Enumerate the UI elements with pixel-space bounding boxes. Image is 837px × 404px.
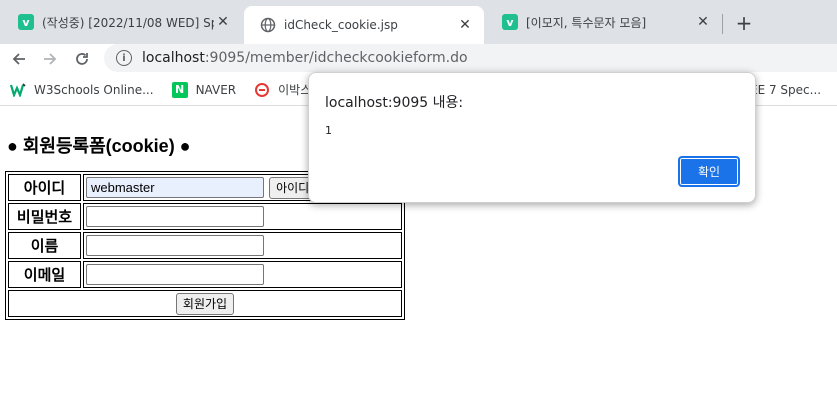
form-row-submit: 회원가입 [8,290,402,317]
id-input[interactable] [86,177,264,198]
bookmark-label: NAVER [195,82,237,97]
bookmark-label: W3Schools Online... [34,82,154,97]
ebox-icon [254,82,270,98]
browser-toolbar: i localhost:9095/member/idcheckcookiefor… [0,44,837,74]
register-button[interactable]: 회원가입 [175,292,235,315]
tab-title: [이모지, 특수문자 모음] [526,15,647,30]
password-label: 비밀번호 [8,203,81,230]
name-input[interactable] [86,235,264,256]
submit-cell: 회원가입 [8,290,402,317]
dialog-title: localhost:9095 내용: [325,95,464,111]
velog-icon: v [502,14,518,30]
dialog-message: 1 [325,124,332,137]
tab-title: idCheck_cookie.jsp [284,18,398,32]
tab-idcheck-cookie[interactable]: idCheck_cookie.jsp ✕ [244,6,484,44]
close-icon[interactable]: ✕ [214,13,232,31]
reload-icon [76,53,88,65]
back-button[interactable] [7,46,31,72]
tab-velog-draft[interactable]: v (작성중) [2022/11/08 WED] Spri ✕ [2,6,242,38]
password-field-cell [83,203,402,230]
name-field-cell [83,232,402,259]
back-arrow-icon [12,53,25,65]
url-host: localhost [142,50,205,66]
site-info-icon[interactable]: i [116,50,132,66]
form-row-name: 이름 [8,232,402,259]
close-icon[interactable]: ✕ [694,13,712,31]
id-label: 아이디 [8,174,81,201]
alert-dialog: localhost:9095 내용: 1 확인 [308,72,756,203]
url-path: :9095/member/idcheckcookieform.do [204,50,468,66]
address-bar[interactable]: i localhost:9095/member/idcheckcookiefor… [104,44,837,72]
new-tab-button[interactable]: + [734,11,754,35]
bookmark-naver[interactable]: N NAVER [171,81,237,98]
tab-separator [722,14,723,34]
email-label: 이메일 [8,261,81,288]
forward-arrow-icon [44,53,57,65]
tab-strip: v (작성중) [2022/11/08 WED] Spri ✕ idCheck_… [0,0,837,44]
close-icon[interactable]: ✕ [456,16,474,34]
globe-icon [260,17,276,33]
form-row-password: 비밀번호 [8,203,402,230]
email-input[interactable] [86,264,264,285]
dialog-ok-button[interactable]: 확인 [678,156,740,187]
email-field-cell [83,261,402,288]
bookmark-java-ee7-spec[interactable]: EE 7 Spec... [750,74,821,106]
forward-button[interactable] [38,46,62,72]
w3schools-icon [10,82,26,98]
form-row-email: 이메일 [8,261,402,288]
password-input[interactable] [86,206,264,227]
bookmark-w3schools[interactable]: W3Schools Online... [10,82,154,98]
naver-icon: N [171,81,188,98]
velog-icon: v [18,14,34,30]
reload-button[interactable] [70,46,94,72]
name-label: 이름 [8,232,81,259]
tab-title: (작성중) [2022/11/08 WED] Spri [42,15,214,30]
page-title: ● 회원등록폼(cookie) ● [7,136,191,156]
tab-emoji-collection[interactable]: v [이모지, 특수문자 모음] ✕ [486,6,722,38]
